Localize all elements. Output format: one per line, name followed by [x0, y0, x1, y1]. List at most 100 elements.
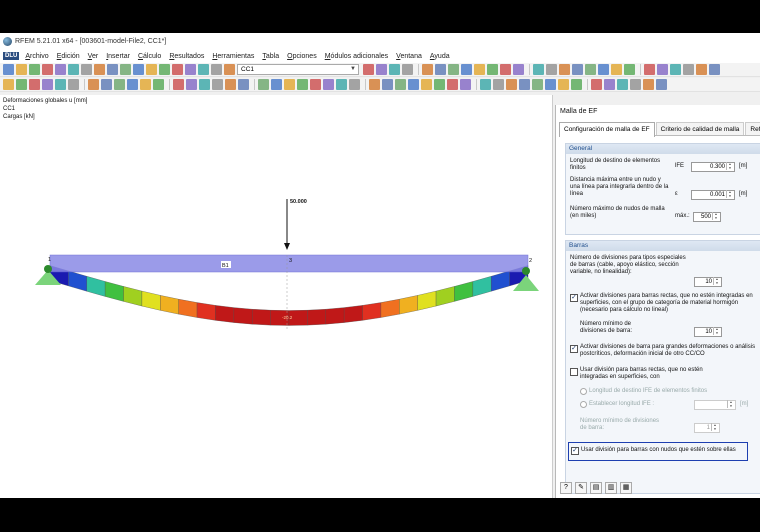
set-length-radio[interactable]	[580, 401, 587, 408]
help-icon[interactable]: ?	[560, 482, 572, 494]
toolbar-tool-icon[interactable]	[500, 64, 511, 75]
toolbar-tool-icon[interactable]	[336, 79, 347, 90]
toolbar-tool-icon[interactable]	[604, 79, 615, 90]
toolbar-tool-icon[interactable]	[435, 64, 446, 75]
max-distance-input[interactable]: 0.001	[691, 190, 735, 200]
toolbar-tool-icon[interactable]	[644, 64, 655, 75]
toolbar-tool-icon[interactable]	[198, 64, 209, 75]
target-length-input[interactable]: 0.300	[691, 162, 735, 172]
toolbar-tool-icon[interactable]	[271, 79, 282, 90]
toolbar-tool-icon[interactable]	[349, 79, 360, 90]
toolbar-tool-icon[interactable]	[434, 79, 445, 90]
toolbar-tool-icon[interactable]	[88, 79, 99, 90]
large-deformation-checkbox[interactable]: ✓	[570, 345, 578, 353]
toolbar-tool-icon[interactable]	[146, 64, 157, 75]
toolbar-tool-icon[interactable]	[460, 79, 471, 90]
toolbar-tool-icon[interactable]	[389, 64, 400, 75]
toolbar-tool-icon[interactable]	[29, 64, 40, 75]
toolbar-tool-icon[interactable]	[591, 79, 602, 90]
menu-ver[interactable]: Ver	[88, 53, 99, 60]
toolbar-tool-icon[interactable]	[310, 79, 321, 90]
toolbar-tool-icon[interactable]	[199, 79, 210, 90]
toolbar-tool-icon[interactable]	[572, 64, 583, 75]
toolbar-tool-icon[interactable]	[395, 79, 406, 90]
use-division-checkbox[interactable]	[570, 368, 578, 376]
toolbar-tool-icon[interactable]	[545, 79, 556, 90]
toolbar-tool-icon[interactable]	[585, 64, 596, 75]
menu-insertar[interactable]: Insertar	[106, 53, 130, 60]
min-div2-input[interactable]: 1	[694, 423, 720, 433]
load-case-select[interactable]: CC1 ▼	[237, 64, 359, 75]
menu-ayuda[interactable]: Ayuda	[430, 53, 450, 60]
toolbar-tool-icon[interactable]	[474, 64, 485, 75]
special-divisions-input[interactable]: 10	[694, 277, 722, 287]
menu-modulos[interactable]: Módulos adicionales	[325, 53, 388, 60]
toolbar-tool-icon[interactable]	[513, 64, 524, 75]
toolbar-tool-icon[interactable]	[68, 79, 79, 90]
toolbar-tool-icon[interactable]	[133, 64, 144, 75]
toolbar-tool-icon[interactable]	[559, 64, 570, 75]
toolbar-tool-icon[interactable]	[546, 64, 557, 75]
toolbar-tool-icon[interactable]	[16, 64, 27, 75]
toolbar-tool-icon[interactable]	[369, 79, 380, 90]
toolbar-tool-icon[interactable]	[225, 79, 236, 90]
toolbar-tool-icon[interactable]	[670, 64, 681, 75]
toolbar-tool-icon[interactable]	[363, 64, 374, 75]
toolbar-tool-icon[interactable]	[408, 79, 419, 90]
toolbar-tool-icon[interactable]	[630, 79, 641, 90]
toolbar-tool-icon[interactable]	[493, 79, 504, 90]
fe-length-radio[interactable]	[580, 388, 587, 395]
set-length-input[interactable]	[694, 400, 736, 410]
tab-refinement[interactable]: Refinam	[745, 122, 760, 135]
toolbar-tool-icon[interactable]	[212, 79, 223, 90]
toolbar-tool-icon[interactable]	[656, 79, 667, 90]
toolbar-tool-icon[interactable]	[532, 79, 543, 90]
toolbar-tool-icon[interactable]	[173, 79, 184, 90]
toolbar-tool-icon[interactable]	[258, 79, 269, 90]
menu-herramientas[interactable]: Herramientas	[212, 53, 254, 60]
toolbar-tool-icon[interactable]	[172, 64, 183, 75]
load-icon[interactable]: ▤	[590, 482, 602, 494]
toolbar-tool-icon[interactable]	[284, 79, 295, 90]
toolbar-tool-icon[interactable]	[127, 79, 138, 90]
toolbar-tool-icon[interactable]	[617, 79, 628, 90]
nodes-on-bars-checkbox[interactable]: ✓	[571, 447, 579, 455]
toolbar-tool-icon[interactable]	[42, 64, 53, 75]
menu-tabla[interactable]: Tabla	[262, 53, 279, 60]
toolbar-tool-icon[interactable]	[598, 64, 609, 75]
tab-mesh-quality[interactable]: Criterio de calidad de malla	[655, 122, 745, 135]
toolbar-tool-icon[interactable]	[114, 79, 125, 90]
toolbar-tool-icon[interactable]	[448, 64, 459, 75]
toolbar-tool-icon[interactable]	[211, 64, 222, 75]
toolbar-tool-icon[interactable]	[42, 79, 53, 90]
toolbar-tool-icon[interactable]	[185, 64, 196, 75]
menu-archivo[interactable]: Archivo	[25, 53, 48, 60]
tab-mesh-config[interactable]: Configuración de malla de EF	[559, 122, 655, 137]
max-nodes-input[interactable]: 500	[693, 212, 721, 222]
toolbar-tool-icon[interactable]	[643, 79, 654, 90]
toolbar-tool-icon[interactable]	[683, 64, 694, 75]
toolbar-tool-icon[interactable]	[68, 64, 79, 75]
toolbar-tool-icon[interactable]	[29, 79, 40, 90]
toolbar-tool-icon[interactable]	[487, 64, 498, 75]
toolbar-tool-icon[interactable]	[447, 79, 458, 90]
menu-resultados[interactable]: Resultados	[169, 53, 204, 60]
toolbar-tool-icon[interactable]	[382, 79, 393, 90]
menu-calculo[interactable]: Cálculo	[138, 53, 161, 60]
toolbar-tool-icon[interactable]	[709, 64, 720, 75]
toolbar-tool-icon[interactable]	[624, 64, 635, 75]
toolbar-tool-icon[interactable]	[3, 79, 14, 90]
edit-icon[interactable]: ✎	[575, 482, 587, 494]
toolbar-tool-icon[interactable]	[461, 64, 472, 75]
toolbar-tool-icon[interactable]	[519, 79, 530, 90]
activate-straight-checkbox[interactable]: ✓	[570, 294, 578, 302]
menu-edicion[interactable]: Edición	[57, 53, 80, 60]
toolbar-tool-icon[interactable]	[238, 79, 249, 90]
toolbar-tool-icon[interactable]	[421, 79, 432, 90]
toolbar-tool-icon[interactable]	[101, 79, 112, 90]
save-icon[interactable]: ▥	[605, 482, 617, 494]
toolbar-tool-icon[interactable]	[657, 64, 668, 75]
toolbar-tool-icon[interactable]	[558, 79, 569, 90]
toolbar-tool-icon[interactable]	[480, 79, 491, 90]
toolbar-tool-icon[interactable]	[16, 79, 27, 90]
